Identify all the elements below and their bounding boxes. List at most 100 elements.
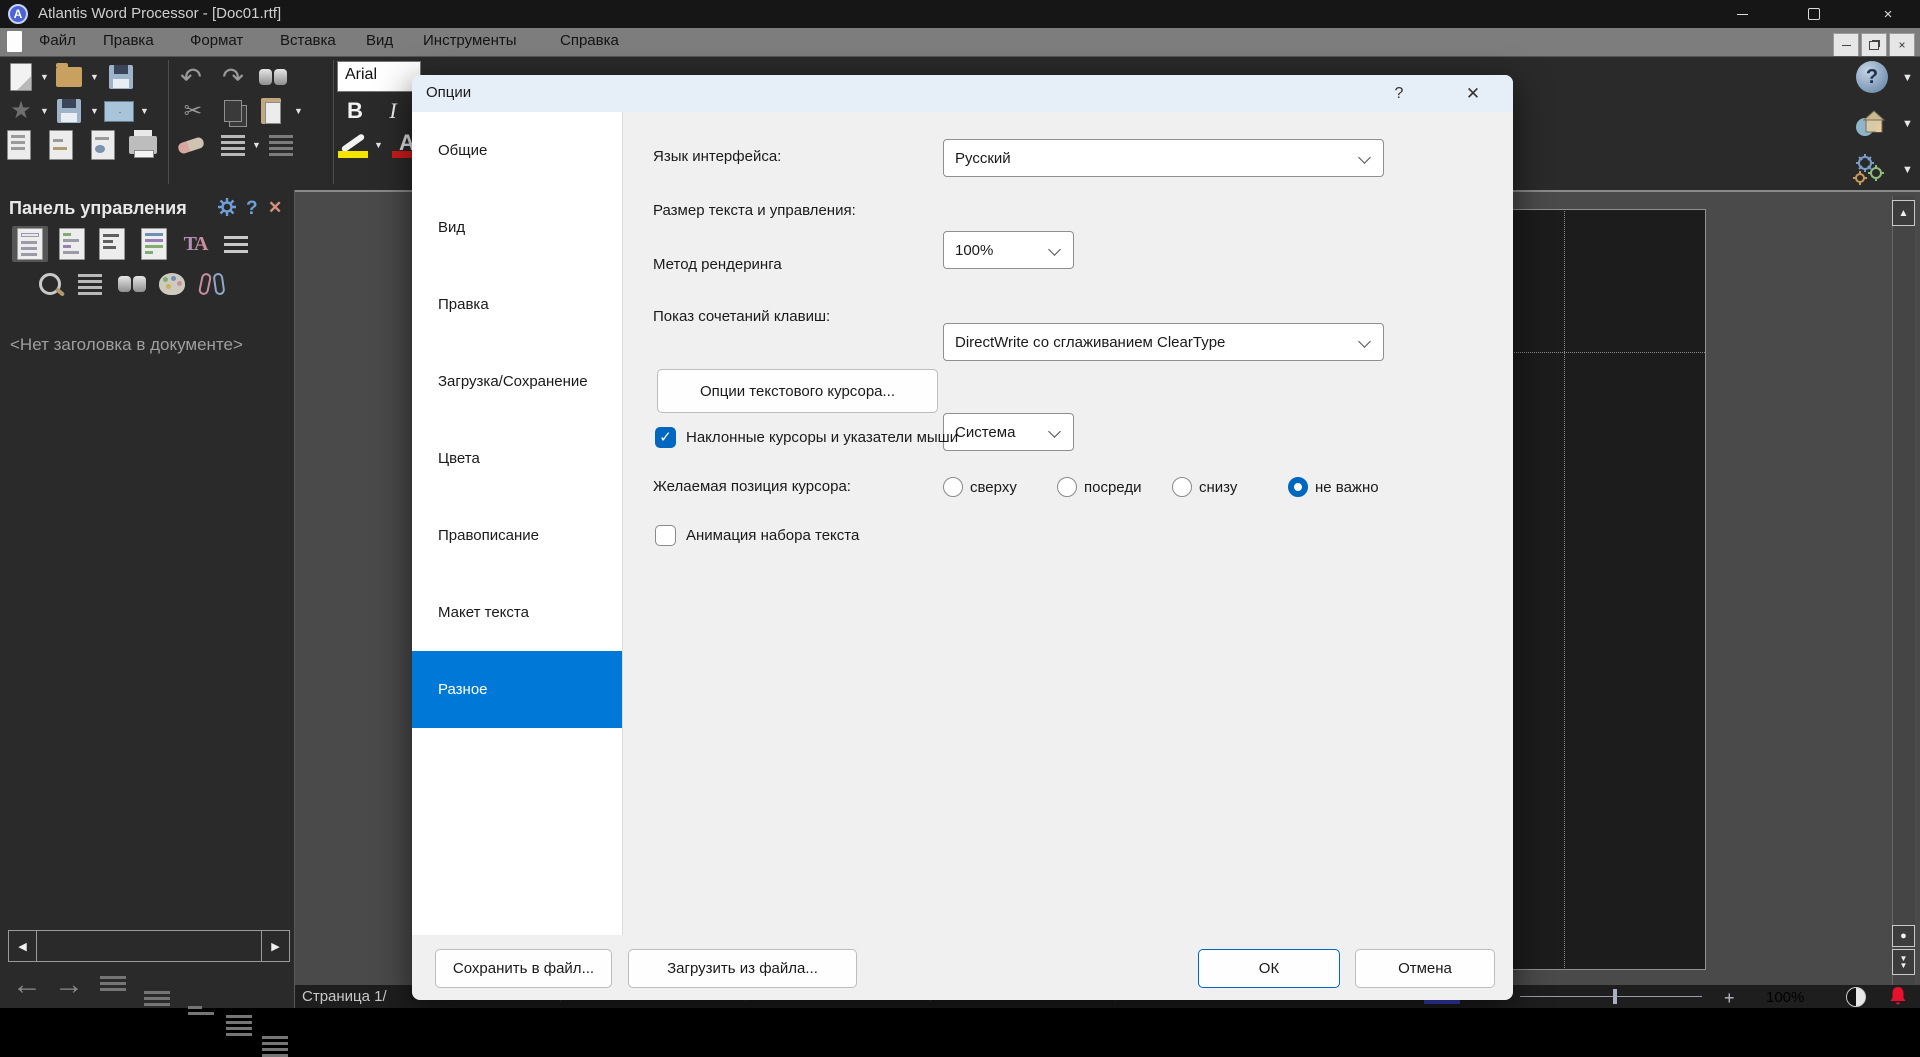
navigate-forward-button[interactable]: → (54, 970, 84, 1000)
category-spelling[interactable]: Правописание (412, 497, 622, 574)
panel-settings-button[interactable] (218, 198, 236, 221)
font-name-combobox[interactable]: Arial (337, 61, 421, 92)
cursor-position-top-radio[interactable]: сверху (943, 477, 1017, 497)
panel-attachments-button[interactable] (194, 266, 230, 302)
dialog-close-button[interactable]: ✕ (1455, 81, 1491, 107)
scroll-down-double-button[interactable]: ▼▼ (1892, 949, 1915, 975)
settings-button[interactable] (1851, 152, 1885, 186)
category-view[interactable]: Вид (412, 189, 622, 266)
highlight-button[interactable] (336, 126, 370, 160)
panel-close-button[interactable]: ✕ (268, 198, 282, 218)
bold-button[interactable]: B (338, 94, 372, 128)
help-dropdown[interactable]: ▼ (1902, 72, 1913, 84)
panel-statistics-view-button[interactable] (94, 226, 130, 262)
category-general[interactable]: Общие (412, 112, 622, 189)
browse-object-button[interactable]: ● (1892, 925, 1915, 947)
paragraph-style-button[interactable] (216, 128, 250, 162)
find-button[interactable] (256, 60, 290, 94)
mdi-restore-button[interactable] (1861, 33, 1887, 57)
new-document-dropdown[interactable]: ▼ (40, 72, 49, 82)
scroll-left-button[interactable]: ◀ (9, 931, 37, 961)
home-button[interactable] (1853, 106, 1887, 140)
panel-paragraphs-button[interactable] (72, 266, 108, 302)
menu-file[interactable]: Файл (39, 32, 76, 49)
load-from-file-button[interactable]: Загрузить из файла... (628, 949, 857, 988)
menu-tools[interactable]: Инструменты (423, 32, 517, 49)
italic-button[interactable]: I (376, 94, 410, 128)
panel-fields-view-button[interactable] (136, 226, 172, 262)
copy-button[interactable] (216, 94, 250, 128)
panel-styles-view-button[interactable] (54, 226, 90, 262)
cancel-button[interactable]: Отмена (1355, 949, 1495, 988)
ok-button[interactable]: ОК (1198, 949, 1340, 988)
menu-format[interactable]: Формат (190, 32, 243, 49)
render-method-select[interactable]: DirectWrite со сглаживанием ClearType (943, 323, 1384, 361)
cursor-position-bottom-radio[interactable]: снизу (1172, 477, 1237, 497)
panel-list-view-button[interactable] (218, 226, 254, 262)
scroll-up-button[interactable]: ▲ (1892, 200, 1915, 226)
zoom-slider-track[interactable] (1520, 996, 1702, 997)
help-button[interactable]: ? (1855, 60, 1889, 94)
slanted-cursors-checkbox[interactable]: ✓ (655, 427, 676, 448)
panel-help-button[interactable]: ? (246, 198, 258, 220)
category-miscellaneous[interactable]: Разное (412, 651, 622, 728)
paste-dropdown[interactable]: ▼ (294, 106, 303, 116)
alerts-button[interactable] (1888, 986, 1908, 1011)
window-close-button[interactable]: × (1862, 0, 1914, 28)
panel-headings-view-button[interactable] (12, 226, 48, 262)
page-setup-button[interactable] (44, 128, 78, 162)
open-document-button[interactable] (52, 60, 86, 94)
mdi-close-button[interactable]: × (1889, 33, 1915, 57)
zoom-in-button[interactable]: + (1724, 988, 1735, 1009)
panel-colors-button[interactable] (154, 266, 190, 302)
send-mail-dropdown[interactable]: ▼ (140, 106, 149, 116)
undo-button[interactable]: ↶ (174, 60, 208, 94)
dialog-title-bar[interactable] (412, 75, 1513, 112)
category-text-layout[interactable]: Макет текста (412, 574, 622, 651)
open-document-dropdown[interactable]: ▼ (90, 72, 99, 82)
paste-button[interactable] (254, 94, 288, 128)
special-marks-button[interactable] (264, 128, 298, 162)
panel-search-button[interactable] (114, 266, 150, 302)
text-cursor-options-button[interactable]: Опции текстового курсора... (657, 369, 938, 413)
favorites-button[interactable]: ★ (4, 94, 38, 128)
menu-help[interactable]: Справка (560, 32, 619, 49)
window-minimize-button[interactable] (1716, 0, 1768, 28)
send-mail-button[interactable] (102, 94, 136, 128)
scroll-right-button[interactable]: ▶ (261, 931, 289, 961)
save-button[interactable] (104, 60, 138, 94)
interface-language-select[interactable]: Русский (943, 139, 1384, 177)
redo-button[interactable]: ↷ (216, 60, 250, 94)
paragraph-style-dropdown[interactable]: ▼ (252, 140, 261, 150)
print-setup-button[interactable] (2, 128, 36, 162)
category-load-save[interactable]: Загрузка/Сохранение (412, 343, 622, 420)
menu-insert[interactable]: Вставка (280, 32, 336, 49)
print-button[interactable] (126, 128, 160, 162)
panel-fonts-view-button[interactable]: ТA (178, 226, 214, 262)
save-as-button[interactable] (52, 94, 86, 128)
theme-toggle-button[interactable] (1846, 987, 1866, 1007)
home-dropdown[interactable]: ▼ (1902, 118, 1913, 130)
category-editing[interactable]: Правка (412, 266, 622, 343)
menu-view[interactable]: Вид (366, 32, 393, 49)
settings-dropdown[interactable]: ▼ (1902, 164, 1913, 176)
category-colors[interactable]: Цвета (412, 420, 622, 497)
cursor-position-middle-radio[interactable]: посреди (1057, 477, 1141, 497)
align-tool-2-button[interactable] (262, 1036, 1920, 1057)
vertical-scrollbar[interactable] (1892, 196, 1915, 985)
new-document-button[interactable] (4, 60, 38, 94)
typing-animation-checkbox[interactable] (655, 525, 676, 546)
cut-button[interactable]: ✂ (176, 94, 210, 128)
shortcut-display-select[interactable]: Система (943, 413, 1074, 451)
window-restore-button[interactable] (1788, 0, 1840, 28)
align-tool-1-button[interactable] (226, 1015, 1920, 1036)
print-preview-button[interactable] (86, 128, 120, 162)
ui-scale-select[interactable]: 100% (943, 231, 1074, 269)
save-as-dropdown[interactable]: ▼ (90, 106, 99, 116)
panel-horizontal-scrollbar[interactable]: ◀ ▶ (8, 930, 290, 962)
save-to-file-button[interactable]: Сохранить в файл... (435, 949, 612, 988)
erase-formatting-button[interactable] (174, 128, 208, 162)
dialog-help-button[interactable]: ? (1384, 81, 1414, 107)
highlight-dropdown[interactable]: ▼ (374, 140, 383, 150)
menu-edit[interactable]: Правка (103, 32, 154, 49)
